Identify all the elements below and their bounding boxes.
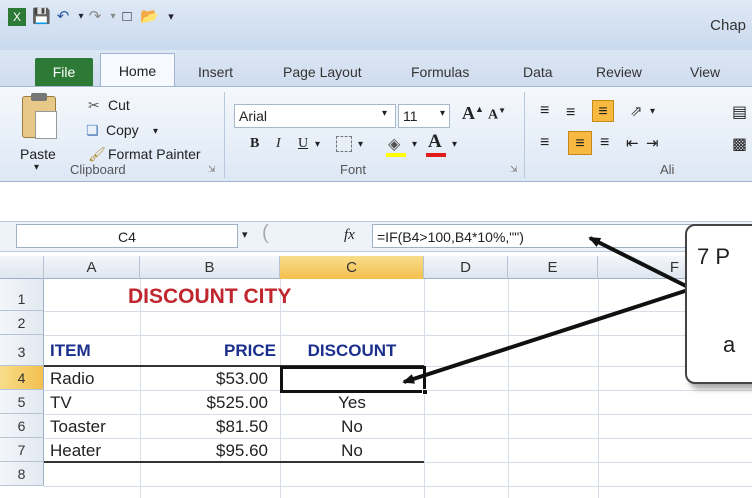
instruction-callout: 7 P a — [685, 224, 752, 384]
callout-line-1: 7 P — [697, 244, 731, 269]
callout-line-2: a — [723, 332, 736, 357]
arrow-to-cell-c4 — [402, 288, 689, 384]
callout-arrows — [402, 236, 689, 384]
arrow-to-formula — [588, 236, 689, 289]
